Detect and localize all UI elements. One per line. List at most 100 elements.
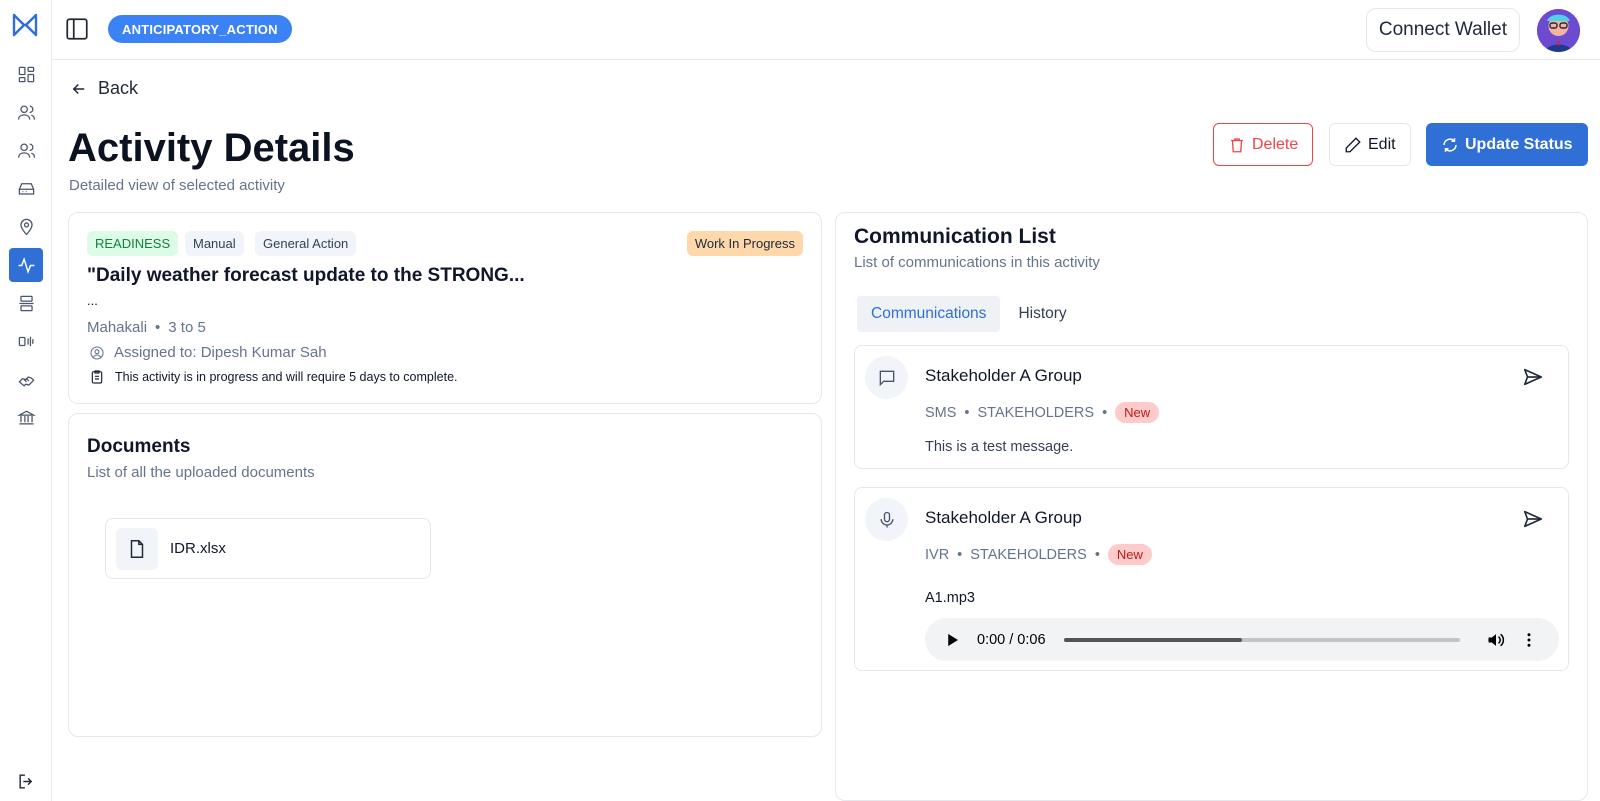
separator-dot: •: [957, 546, 963, 563]
broadcast-icon: [18, 336, 33, 346]
audio-file-name: A1.mp3: [925, 590, 975, 606]
volume-icon: [1488, 633, 1504, 646]
status-badge: Work In Progress: [686, 231, 803, 256]
pencil-icon: [1345, 136, 1361, 152]
document-name: IDR.xlsx: [170, 540, 226, 557]
documents-card: Documents List of all the uploaded docum…: [68, 413, 822, 737]
volume-button[interactable]: [1486, 630, 1506, 650]
delete-label: Delete: [1252, 135, 1299, 153]
page-subtitle: Detailed view of selected activity: [69, 177, 285, 194]
audio-progress: [1063, 637, 1242, 642]
tag-manual: Manual: [185, 231, 244, 256]
refresh-icon: [1443, 137, 1457, 152]
activity-assignee: Assigned to: Dipesh Kumar Sah: [89, 344, 327, 361]
microphone-icon-box: [865, 498, 908, 541]
update-status-button[interactable]: Update Status: [1426, 123, 1588, 166]
activity-range: 3 to 5: [168, 319, 206, 336]
audio-seek-bar[interactable]: [1063, 637, 1460, 642]
logout-icon: [18, 773, 32, 789]
tab-history[interactable]: History: [1004, 296, 1080, 332]
tag-readiness: READINESS: [87, 231, 179, 256]
delete-button[interactable]: Delete: [1213, 123, 1314, 166]
status-badge: New: [1115, 402, 1160, 423]
app-root: ANTICIPATORY_ACTION Connect Wallet Back …: [0, 0, 1600, 801]
communication-recipient: Stakeholder A Group: [925, 366, 1082, 385]
panel-left-icon: [66, 18, 88, 40]
sidebar-item-broadcast[interactable]: [9, 324, 43, 358]
send-button[interactable]: [1522, 366, 1544, 388]
activity-title: "Daily weather forecast update to the ST…: [87, 265, 525, 286]
edit-label: Edit: [1368, 135, 1396, 153]
users-icon: [17, 105, 35, 120]
file-icon-box: [116, 527, 158, 570]
message-icon: [879, 370, 894, 386]
app-badge: ANTICIPATORY_ACTION: [108, 15, 292, 43]
stack-icon: [18, 295, 34, 311]
assignee-label: Assigned to: Dipesh Kumar Sah: [114, 344, 327, 361]
sidebar-item-stack[interactable]: [9, 286, 43, 320]
microphone-icon: [880, 511, 893, 527]
clipboard-icon: [91, 370, 103, 384]
activity-progress-note: This activity is in progress and will re…: [89, 369, 458, 385]
group-icon: [17, 143, 35, 158]
file-icon: [130, 539, 144, 558]
communication-meta: IVR • STAKEHOLDERS • New: [925, 544, 1152, 565]
send-button[interactable]: [1522, 508, 1544, 530]
user-avatar[interactable]: [1537, 9, 1580, 52]
communication-channel: IVR: [925, 546, 950, 563]
communication-recipient: Stakeholder A Group: [925, 508, 1082, 527]
app-logo[interactable]: [12, 12, 38, 38]
separator-dot: •: [1102, 404, 1108, 421]
separator-dot: •: [964, 404, 970, 421]
communication-channel: SMS: [925, 404, 957, 421]
separator-dot: •: [155, 319, 161, 336]
connect-wallet-button[interactable]: Connect Wallet: [1365, 8, 1520, 52]
audio-player: 0:00 / 0:06: [925, 618, 1559, 661]
activity-description: ...: [87, 293, 98, 308]
communication-audience: STAKEHOLDERS: [977, 404, 1095, 421]
documents-subtitle: List of all the uploaded documents: [87, 464, 315, 481]
audio-time: 0:00 / 0:06: [977, 631, 1046, 648]
progress-note-text: This activity is in progress and will re…: [115, 370, 458, 384]
inbox-icon: [18, 182, 34, 195]
communication-item: Stakeholder A Group SMS • STAKEHOLDERS •…: [854, 345, 1569, 469]
bank-icon: [16, 409, 36, 424]
sidebar-item-bank[interactable]: [9, 400, 43, 434]
communication-message: This is a test message.: [925, 439, 1074, 455]
user-circle-icon: [90, 345, 104, 360]
communication-title: Communication List: [854, 225, 1056, 248]
back-link[interactable]: Back: [70, 78, 138, 99]
communication-audience: STAKEHOLDERS: [970, 546, 1087, 563]
edit-button[interactable]: Edit: [1329, 123, 1411, 166]
send-icon: [1523, 510, 1543, 528]
activity-location-row: Mahakali • 3 to 5: [87, 319, 206, 336]
logout-button[interactable]: [9, 764, 43, 798]
sidebar-item-locations[interactable]: [9, 209, 43, 243]
top-header: ANTICIPATORY_ACTION Connect Wallet: [52, 0, 1600, 60]
communication-card: Communication List List of communication…: [835, 212, 1588, 801]
play-icon: [948, 633, 958, 646]
sidebar-item-dashboard[interactable]: [9, 57, 43, 91]
back-label: Back: [98, 78, 139, 98]
communication-meta: SMS • STAKEHOLDERS • New: [925, 402, 1160, 423]
sidebar-item-activities[interactable]: [9, 248, 43, 282]
sidebar-item-partners[interactable]: [9, 362, 43, 396]
sidebar-toggle-button[interactable]: [64, 16, 90, 42]
sidebar-item-users[interactable]: [9, 95, 43, 129]
documents-title: Documents: [87, 436, 191, 457]
page-title: Activity Details: [68, 126, 355, 170]
arrow-left-icon: [72, 83, 85, 94]
handshake-icon: [17, 375, 35, 387]
status-badge: New: [1107, 544, 1152, 565]
more-options-button[interactable]: [1520, 631, 1538, 649]
communication-item: Stakeholder A Group IVR • STAKEHOLDERS •…: [854, 487, 1569, 671]
sidebar-item-inbox[interactable]: [9, 171, 43, 205]
sidebar-item-groups[interactable]: [9, 133, 43, 167]
send-icon: [1523, 368, 1543, 386]
play-button[interactable]: [943, 631, 961, 649]
document-item[interactable]: IDR.xlsx: [105, 518, 431, 579]
update-status-label: Update Status: [1465, 135, 1573, 153]
activity-icon: [18, 256, 34, 274]
communication-tabs: Communications History: [857, 296, 1081, 332]
tab-communications[interactable]: Communications: [857, 296, 1001, 332]
